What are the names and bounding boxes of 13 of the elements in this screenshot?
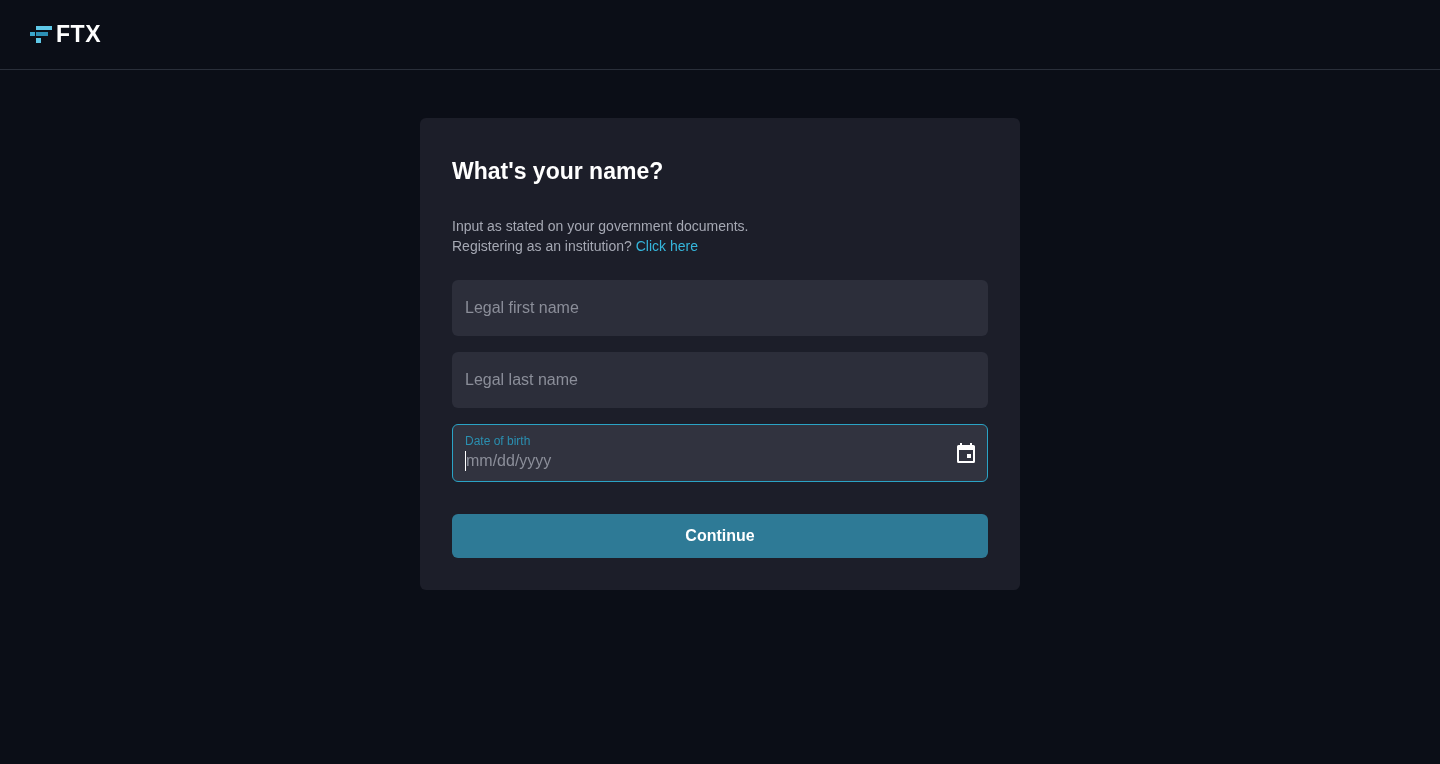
calendar-icon[interactable] [957, 442, 975, 463]
logo-icon [30, 25, 52, 44]
click-here-link[interactable]: Click here [635, 237, 698, 254]
logo[interactable]: FTX [30, 17, 102, 52]
form-title: What's your name? [452, 157, 665, 186]
continue-button[interactable]: Continue [452, 513, 988, 558]
field-label: Date of birth [465, 432, 532, 449]
text-input-field[interactable]: Legal first name [452, 279, 988, 336]
description: Input as stated on your government documents. [452, 216, 750, 236]
institution-prompt: Registering as an institution? Click here [452, 236, 699, 256]
text-input-field[interactable]: Legal last name [452, 351, 988, 408]
logo-text: FTX [56, 20, 102, 50]
date-input[interactable]: mm/dd/yyyy [466, 448, 957, 473]
